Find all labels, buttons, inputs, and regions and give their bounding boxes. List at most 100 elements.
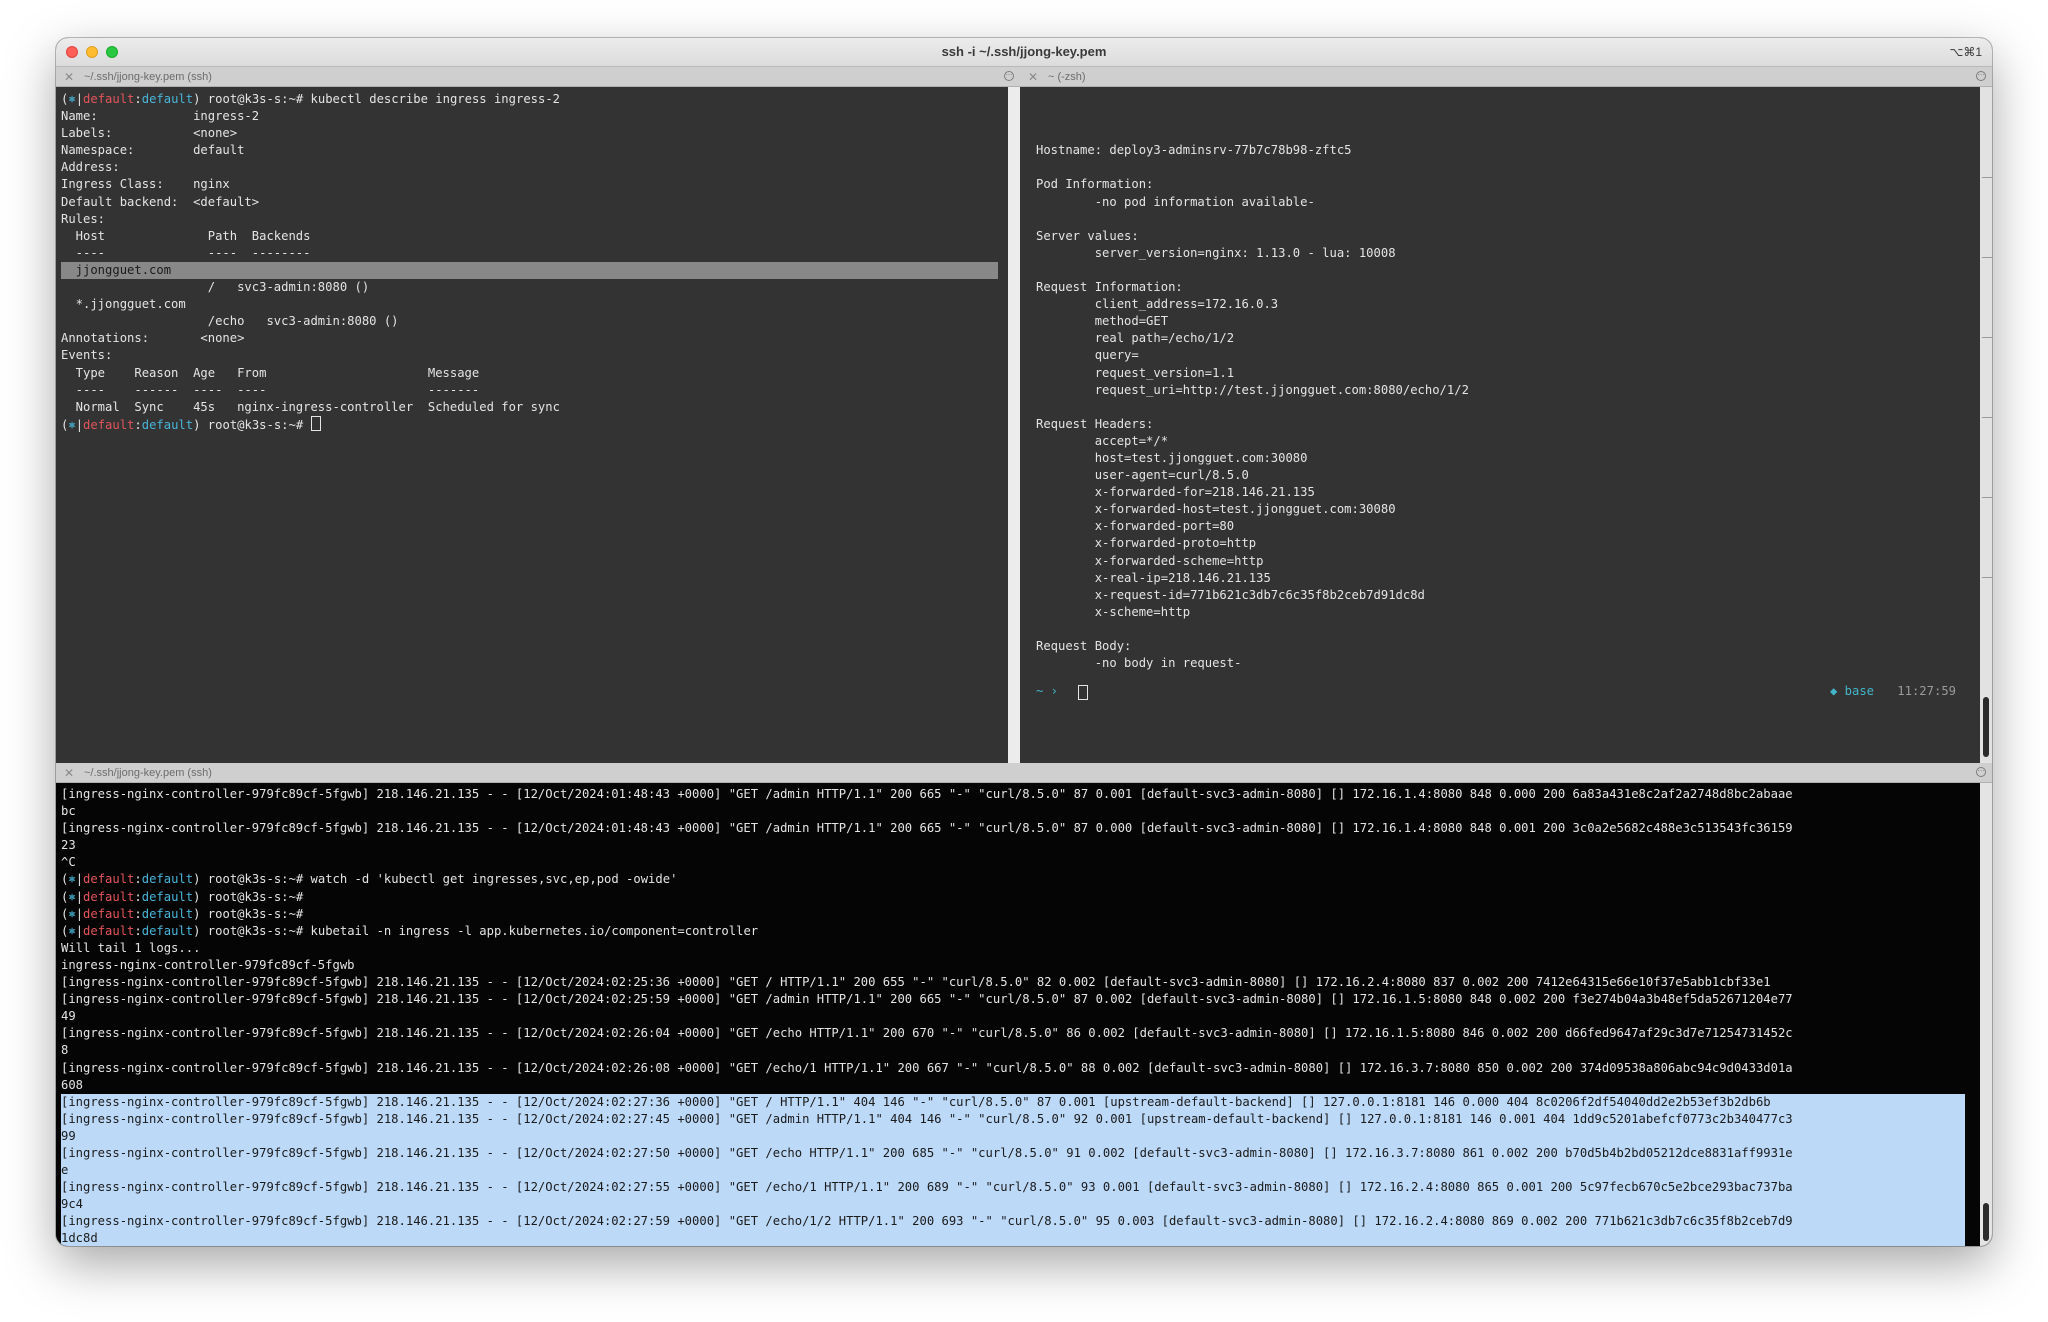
prompt-segment: default: [83, 906, 135, 921]
log-line: 608: [61, 1077, 84, 1092]
prompt-segment: :: [134, 906, 142, 921]
prompt-segment: ⎈: [68, 889, 76, 904]
output-line: Request Headers:: [1036, 416, 1154, 431]
pane-title: ~ (-zsh): [1048, 71, 1086, 83]
cursor: [1078, 685, 1088, 700]
pane-menu-icon[interactable]: ⋯: [1004, 71, 1014, 81]
output-line: x-forwarded-proto=http: [1036, 536, 1257, 551]
output-line: Hostname: deploy3-adminsrv-77b7c78b98-zf…: [1036, 143, 1352, 158]
prompt-segment: default: [141, 417, 194, 432]
log-line: [ingress-nginx-controller-979fc89cf-5fgw…: [61, 1111, 1793, 1126]
output-line: server_version=nginx: 1.13.0 - lua: 1000…: [1036, 245, 1396, 260]
prompt-segment: default: [83, 872, 135, 887]
shell-prompt-line: (⎈|default:default) root@k3s-s:~# kubeta…: [61, 923, 1980, 940]
output-line: Rules:: [61, 211, 106, 226]
prompt-segment: default: [141, 872, 194, 887]
pane-menu-icon[interactable]: ⋯: [1976, 71, 1986, 81]
shell-prompt-line: (⎈|default:default) root@k3s-s:~#: [61, 415, 1008, 433]
scroll-thumb[interactable]: [1983, 1203, 1989, 1241]
prompt-segment: :: [134, 417, 142, 432]
zsh-prompt: ~ ›: [1036, 684, 1059, 698]
scroll-mark: [1982, 497, 1992, 498]
log-line: ^C: [61, 855, 76, 870]
output-line: *.jjongguet.com: [61, 297, 186, 312]
output-line: x-request-id=771b621c3db7c6c35f8b2ceb7d9…: [1036, 587, 1425, 602]
status-time: 11:27:59: [1897, 684, 1956, 698]
log-line: [ingress-nginx-controller-979fc89cf-5fgw…: [61, 975, 1771, 990]
prompt-segment: default: [83, 417, 135, 432]
output-line: Normal Sync 45s nginx-ingress-controller…: [61, 399, 560, 414]
log-line: [ingress-nginx-controller-979fc89cf-5fgw…: [61, 1026, 1793, 1041]
output-line: -no pod information available-: [1036, 194, 1315, 209]
pane-header-bottom[interactable]: ✕ ~/.ssh/jjong-key.pem (ssh) ⋯: [56, 763, 1992, 783]
terminal-pane-top-right[interactable]: Hostname: deploy3-adminsrv-77b7c78b98-zf…: [1020, 87, 1980, 763]
log-line: 1dc8d: [61, 1231, 98, 1246]
output-line: Labels: <none>: [61, 126, 238, 141]
prompt-segment: :: [134, 923, 142, 938]
terminal-pane-top-left[interactable]: (⎈|default:default) root@k3s-s:~# kubect…: [56, 87, 1008, 763]
shell-prompt-line: (⎈|default:default) root@k3s-s:~#: [61, 906, 1980, 923]
output-line: Namespace: default: [61, 143, 245, 158]
output-line: accept=*/*: [1036, 433, 1169, 448]
close-pane-icon[interactable]: ✕: [64, 763, 74, 783]
output-line: user-agent=curl/8.5.0: [1036, 468, 1249, 483]
title-bar: ssh -i ~/.ssh/jjong-key.pem ⌥⌘1: [56, 38, 1992, 67]
close-pane-icon[interactable]: ✕: [1028, 67, 1038, 87]
output-line: / svc3-admin:8080 (): [61, 280, 370, 295]
log-line: 23: [61, 838, 76, 853]
close-pane-icon[interactable]: ✕: [64, 67, 74, 87]
output-line: host=test.jjongguet.com:30080: [1036, 450, 1308, 465]
command-text: watch -d 'kubectl get ingresses,svc,ep,p…: [310, 872, 678, 887]
selected-text-block[interactable]: [ingress-nginx-controller-979fc89cf-5fgw…: [61, 1093, 1965, 1246]
scrollbar-bottom[interactable]: [1980, 783, 1992, 1246]
output-line: real path=/echo/1/2: [1036, 331, 1235, 346]
log-line: [ingress-nginx-controller-979fc89cf-5fgw…: [61, 1145, 1793, 1160]
output-line: x-forwarded-scheme=http: [1036, 553, 1264, 568]
output-line: x-forwarded-port=80: [1036, 519, 1235, 534]
scroll-thumb[interactable]: [1983, 697, 1989, 757]
log-line: 49: [61, 1009, 76, 1024]
prompt-segment: root@k3s-s:~#: [200, 889, 311, 904]
terminal-pane-bottom[interactable]: [ingress-nginx-controller-979fc89cf-5fgw…: [56, 783, 1980, 1246]
prompt-segment: root@k3s-s:~#: [200, 417, 311, 432]
scrollbar-top-right[interactable]: [1980, 87, 1992, 763]
prompt-segment: ⎈: [68, 906, 76, 921]
scroll-mark: [1982, 337, 1992, 338]
output-line: /echo svc3-admin:8080 (): [61, 314, 399, 329]
prompt-segment: |: [75, 417, 84, 432]
scroll-mark: [1982, 417, 1992, 418]
prompt-segment: default: [83, 923, 135, 938]
output-line: request_uri=http://test.jjongguet.com:80…: [1036, 382, 1469, 397]
prompt-segment: |: [75, 889, 84, 904]
prompt-segment: root@k3s-s:~#: [200, 872, 311, 887]
pane-title: ~/.ssh/jjong-key.pem (ssh): [84, 767, 212, 779]
output-line: -no body in request-: [1036, 656, 1242, 671]
output-line: Request Information:: [1036, 280, 1183, 295]
output-line: Request Body:: [1036, 639, 1132, 653]
pane-header-top-right[interactable]: ✕ ~ (-zsh) ⋯: [1020, 67, 1992, 87]
log-line: [ingress-nginx-controller-979fc89cf-5fgw…: [61, 1180, 1793, 1195]
log-line: [ingress-nginx-controller-979fc89cf-5fgw…: [61, 1094, 1771, 1109]
prompt-segment: default: [83, 889, 135, 904]
prompt-segment: root@k3s-s:~#: [200, 906, 311, 921]
log-line: [ingress-nginx-controller-979fc89cf-5fgw…: [61, 1214, 1793, 1229]
prompt-segment: default: [141, 923, 194, 938]
output-line: request_version=1.1: [1036, 365, 1235, 380]
prompt-segment: root@k3s-s:~#: [200, 923, 311, 938]
log-line: 9c4: [61, 1197, 84, 1212]
output-line: Default backend: <default>: [61, 194, 260, 209]
log-line: bc: [61, 804, 76, 819]
command-text: kubetail -n ingress -l app.kubernetes.io…: [310, 923, 759, 938]
pane-header-top-left[interactable]: ✕ ~/.ssh/jjong-key.pem (ssh) ⋯: [56, 67, 1020, 87]
output-line: Name: ingress-2: [61, 109, 260, 124]
window-shortcut: ⌥⌘1: [1949, 45, 1982, 59]
prompt-segment: |: [75, 872, 84, 887]
log-line: 8: [61, 1043, 69, 1058]
pane-splitter[interactable]: [1008, 87, 1020, 763]
pane-menu-icon[interactable]: ⋯: [1976, 767, 1986, 777]
